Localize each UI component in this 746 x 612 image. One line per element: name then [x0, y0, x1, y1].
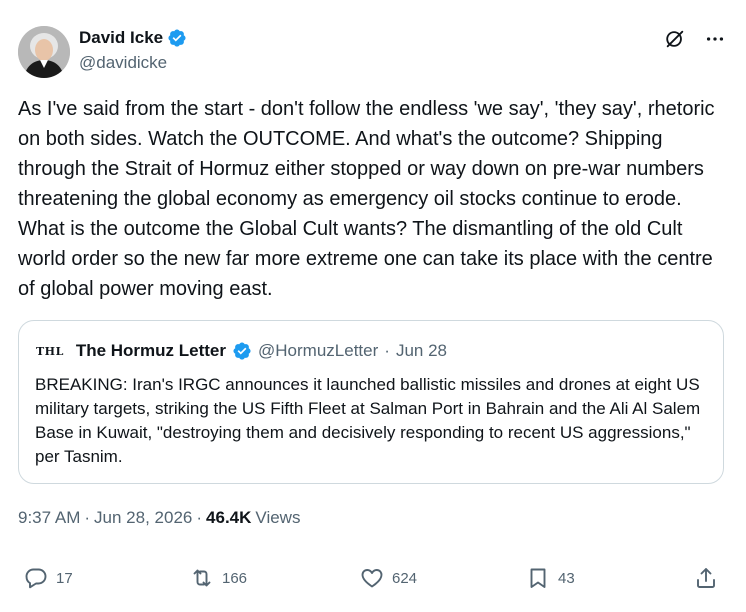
quoted-display-name: The Hormuz Letter	[75, 341, 227, 360]
reply-icon	[25, 568, 47, 589]
bookmark-button[interactable]: 43	[526, 566, 575, 590]
views-count: 46.4K	[206, 508, 252, 527]
repost-button[interactable]: 166	[190, 566, 247, 590]
quoted-avatar-logo: THL	[36, 344, 64, 358]
bookmark-count: 43	[558, 569, 575, 587]
tweet-time[interactable]: 9:37 AM	[18, 508, 80, 528]
action-bar: 17 166 624 43	[0, 566, 746, 596]
meta-separator: ·	[196, 508, 203, 527]
like-button[interactable]: 624	[360, 566, 417, 590]
author-handle[interactable]: @davidicke	[79, 53, 187, 73]
tweet-header-actions	[664, 28, 726, 50]
share-button[interactable]	[694, 566, 718, 590]
avatar-image	[18, 26, 70, 78]
share-icon	[697, 568, 715, 588]
quoted-handle: @HormuzLetter	[258, 341, 379, 360]
bookmark-icon	[530, 568, 546, 588]
reply-count: 17	[56, 569, 73, 587]
more-icon[interactable]	[704, 28, 726, 50]
quoted-date: Jun 28	[395, 341, 447, 360]
meta-separator: ·	[84, 508, 91, 527]
heart-icon	[361, 569, 383, 588]
quoted-separator: ·	[384, 341, 390, 360]
tweet-meta: 9:37 AM · Jun 28, 2026 · 46.4K Views	[18, 508, 300, 528]
quoted-tweet-text: BREAKING: Iran's IRGC announces it launc…	[35, 375, 701, 466]
quoted-tweet-header: THL The Hormuz Letter @HormuzLetter · Ju…	[36, 341, 447, 361]
author-block: David Icke @davidicke	[79, 28, 187, 73]
author-display-name[interactable]: David Icke	[79, 28, 163, 48]
repost-count: 166	[222, 569, 248, 587]
repost-icon	[193, 569, 211, 587]
views-label: Views	[255, 508, 301, 527]
quoted-tweet-card[interactable]: THL The Hormuz Letter @HormuzLetter · Ju…	[18, 320, 724, 484]
like-count: 624	[392, 569, 418, 587]
verified-badge-icon	[233, 342, 251, 360]
tweet-text: As I've said from the start - don't foll…	[18, 98, 721, 300]
reply-button[interactable]: 17	[24, 566, 73, 590]
grok-icon[interactable]	[664, 28, 686, 50]
verified-badge-icon[interactable]	[167, 28, 187, 48]
tweet-date[interactable]: Jun 28, 2026	[94, 508, 192, 528]
avatar[interactable]	[18, 26, 70, 78]
